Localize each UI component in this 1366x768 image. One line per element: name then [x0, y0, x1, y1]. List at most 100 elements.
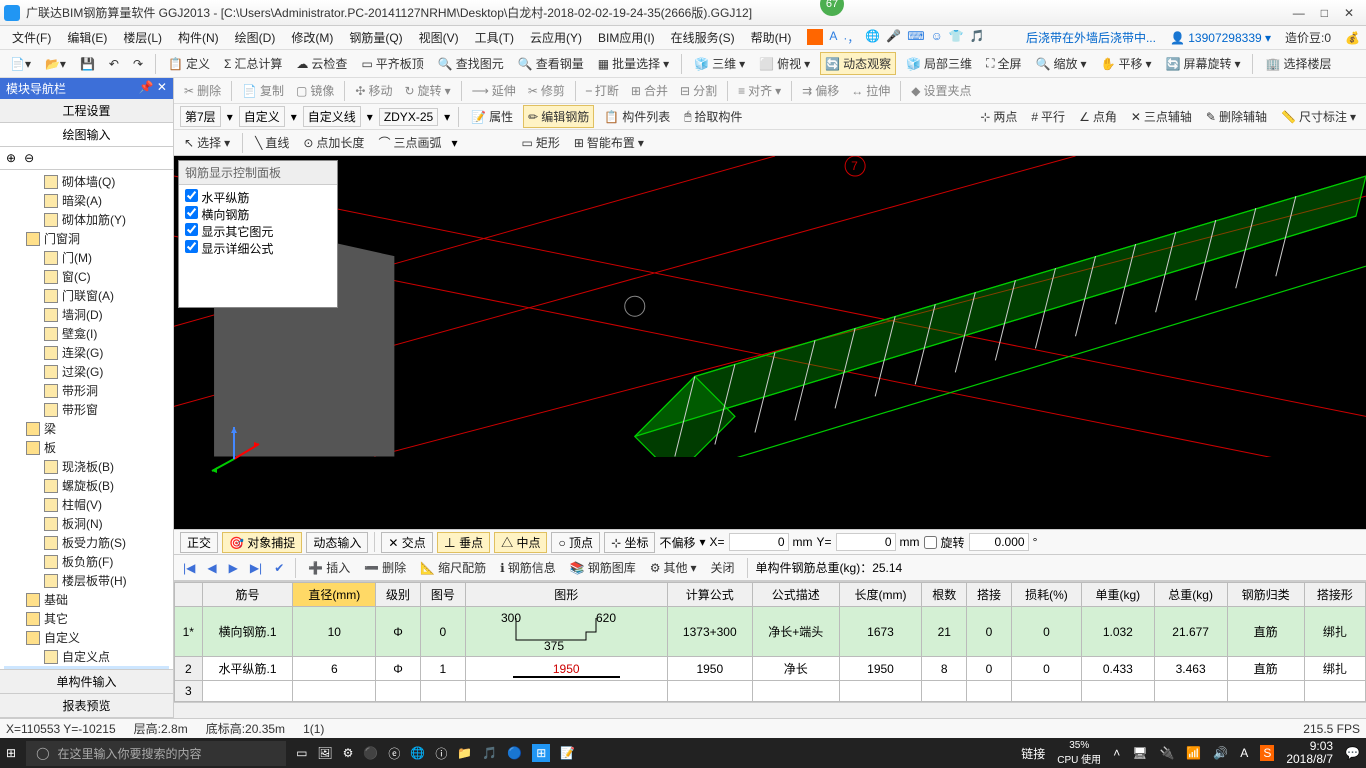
expand-icon[interactable]: ⊕ — [6, 151, 16, 165]
3d-viewport[interactable]: 7 钢筋显示控制面板 水平纵筋 横向钢筋 显示其它图元 显示详细公式 — [174, 156, 1366, 529]
move-button[interactable]: ✣ 移动 — [351, 80, 396, 101]
gld-icon[interactable]: 🔵 — [507, 746, 522, 760]
attr-button[interactable]: 📝 属性 — [467, 106, 517, 127]
prev-row[interactable]: ◀ — [204, 561, 219, 575]
edge-icon[interactable]: ⓔ — [388, 745, 400, 762]
fullscreen-button[interactable]: ⛶ 全屏 — [982, 53, 1025, 74]
mic-icon[interactable]: 🎤 — [886, 29, 901, 46]
tree-item[interactable]: 门窗洞 — [4, 229, 169, 248]
smart-tool[interactable]: ⊞ 智能布置 ▾ — [570, 132, 648, 153]
tree-item[interactable]: 自定义点 — [4, 647, 169, 666]
tray-notifications[interactable]: 💬 — [1345, 746, 1360, 760]
tree-item[interactable]: 砌体墙(Q) — [4, 172, 169, 191]
osnap-toggle[interactable]: 🎯 对象捕捉 — [222, 532, 302, 553]
category-select[interactable]: 自定义 — [239, 106, 285, 127]
ptangle-button[interactable]: ∠ 点角 — [1075, 106, 1121, 127]
floor-select[interactable]: 第7层 — [180, 106, 221, 127]
tray-ime-s[interactable]: S — [1260, 745, 1274, 761]
display-option[interactable]: 水平纵筋 — [185, 189, 331, 206]
sogou-icon[interactable] — [807, 29, 823, 45]
tree-item[interactable]: 暗梁(A) — [4, 191, 169, 210]
tray-cpu[interactable]: 35% CPU 使用 — [1057, 740, 1101, 766]
save-button[interactable]: 💾 — [76, 55, 99, 73]
menu-help[interactable]: 帮助(H) — [745, 27, 798, 48]
menu-component[interactable]: 构件(N) — [172, 27, 225, 48]
minimize-button[interactable]: ― — [1293, 6, 1305, 20]
app-icon-2[interactable]: ⚙ — [343, 746, 354, 760]
tree-item[interactable]: 墙洞(D) — [4, 305, 169, 324]
pan-button[interactable]: ✋ 平移 ▾ — [1096, 53, 1155, 74]
ptlen-tool[interactable]: ⊙ 点加长度 — [299, 132, 368, 153]
tray-monitor-icon[interactable]: 🖥 — [1132, 746, 1147, 760]
tree-item[interactable]: 砌体加筋(Y) — [4, 210, 169, 229]
tray-ime-a[interactable]: A — [1240, 746, 1248, 760]
tab-project-settings[interactable]: 工程设置 — [0, 99, 173, 123]
commit-row[interactable]: ✔ — [271, 561, 287, 575]
define-button[interactable]: 📋 定义 — [164, 53, 214, 74]
offset-mode[interactable]: 不偏移 — [659, 534, 695, 551]
menu-cloud[interactable]: 云应用(Y) — [524, 27, 588, 48]
redo-button[interactable]: ↷ — [129, 55, 147, 73]
tree-item[interactable]: 门(M) — [4, 248, 169, 267]
component-tree[interactable]: 砌体墙(Q)暗梁(A)砌体加筋(Y)门窗洞门(M)窗(C)门联窗(A)墙洞(D)… — [0, 170, 173, 669]
tree-item[interactable]: 板洞(N) — [4, 514, 169, 533]
line-tool[interactable]: ╲ 直线 — [251, 132, 293, 153]
display-option[interactable]: 显示其它图元 — [185, 223, 331, 240]
explorer-icon[interactable]: 📁 — [457, 746, 472, 760]
flat-button[interactable]: ▭ 平齐板顶 — [357, 53, 427, 74]
maximize-button[interactable]: □ — [1321, 6, 1328, 20]
last-row[interactable]: ▶| — [247, 561, 265, 575]
snap-coord[interactable]: ⊹ 坐标 — [604, 532, 655, 553]
extend-button[interactable]: ⟶ 延伸 — [468, 80, 520, 101]
tab-draw-input[interactable]: 绘图输入 — [0, 123, 173, 147]
notice-text[interactable]: 后浇带在外墙后浇带中... — [1026, 29, 1156, 46]
orbit-button[interactable]: 🔄 动态观察 — [820, 52, 896, 75]
music-icon[interactable]: 🎵 — [970, 29, 985, 46]
align-button[interactable]: ≡ 对齐 ▾ — [734, 80, 785, 101]
wallet-icon[interactable]: 💰 — [1345, 31, 1360, 45]
menu-view[interactable]: 视图(V) — [413, 27, 465, 48]
arc3-tool[interactable]: ⌒ 三点画弧 — [374, 132, 445, 153]
tree-item[interactable]: 门联窗(A) — [4, 286, 169, 305]
tree-item[interactable]: 其它 — [4, 609, 169, 628]
menu-tools[interactable]: 工具(T) — [469, 27, 520, 48]
rebar-info[interactable]: ℹ 钢筋信息 — [496, 557, 560, 578]
dim-button[interactable]: 📏 尺寸标注 ▾ — [1277, 106, 1360, 127]
cloudcheck-button[interactable]: ☁ 云检查 — [292, 53, 351, 74]
twopoint-button[interactable]: ⊹ 两点 — [976, 106, 1021, 127]
rebar-lib[interactable]: 📚 钢筋图库 — [566, 557, 640, 578]
stretch-button[interactable]: ↔ 拉伸 — [847, 80, 894, 101]
local3d-button[interactable]: 🧊 局部三维 — [902, 53, 976, 74]
code-select[interactable]: ZDYX-25 — [379, 108, 438, 126]
browser-icon[interactable]: 🌐 — [410, 746, 425, 760]
taskbar-search[interactable]: ◯ 在这里输入你要搜索的内容 — [26, 741, 286, 766]
music-app-icon[interactable]: 🎵 — [482, 746, 497, 760]
close-rebar[interactable]: 关闭 — [707, 557, 739, 578]
menu-floor[interactable]: 楼层(L) — [117, 27, 168, 48]
face-icon[interactable]: ☺ — [931, 29, 943, 46]
complist-button[interactable]: 📋 构件列表 — [600, 106, 674, 127]
sum-button[interactable]: Σ 汇总计算 — [220, 53, 286, 74]
snap-vertex[interactable]: ○ 顶点 — [551, 532, 600, 553]
other-menu[interactable]: ⚙ 其他 ▾ — [646, 557, 701, 578]
tree-item[interactable]: 梁 — [4, 419, 169, 438]
tree-item[interactable]: 基础 — [4, 590, 169, 609]
zoom-button[interactable]: 🔍 缩放 ▾ — [1031, 53, 1090, 74]
snap-midpoint[interactable]: △ 中点 — [494, 532, 547, 553]
delete-button[interactable]: ✂ 删除 — [180, 80, 225, 101]
scale-rebar[interactable]: 📐 缩尺配筋 — [416, 557, 490, 578]
copy-button[interactable]: 📄 复制 — [238, 80, 288, 101]
offset-button[interactable]: ⇉ 偏移 — [798, 80, 843, 101]
tray-up-icon[interactable]: ˄ — [1113, 746, 1120, 760]
app-icon-3[interactable]: ⚫ — [363, 746, 378, 760]
tab-single-input[interactable]: 单构件输入 — [0, 670, 173, 694]
split-button[interactable]: ⊟ 分割 — [676, 80, 721, 101]
grippoint-button[interactable]: ◆ 设置夹点 — [907, 80, 975, 101]
tray-link[interactable]: 链接 — [1021, 745, 1045, 762]
topview-button[interactable]: ⬜ 俯视 ▾ — [755, 53, 814, 74]
ie-icon[interactable]: ⓘ — [435, 745, 447, 762]
break-button[interactable]: ⎯ 打断 — [582, 80, 623, 101]
keyboard-icon[interactable]: ⌨ — [907, 29, 924, 46]
tree-item[interactable]: 柱帽(V) — [4, 495, 169, 514]
tree-item[interactable]: 窗(C) — [4, 267, 169, 286]
